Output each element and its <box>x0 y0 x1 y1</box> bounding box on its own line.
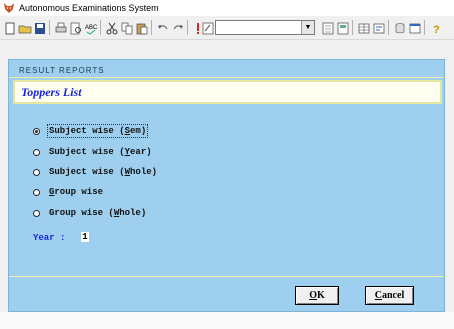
option-subject-wise-year[interactable]: Subject wise (Year) <box>33 145 152 159</box>
workspace-background <box>0 312 454 329</box>
title-bar: Autonomous Examinations System <box>0 0 454 16</box>
window-title: Autonomous Examinations System <box>19 3 159 13</box>
print-preview-icon[interactable] <box>68 20 82 35</box>
divider <box>9 77 444 78</box>
option-label: Subject wise (Year) <box>49 147 152 157</box>
svg-text:ABC: ABC <box>85 25 98 31</box>
option-subject-wise-sem[interactable]: Subject wise (Sem) <box>33 124 149 138</box>
edit-icon[interactable] <box>200 20 214 35</box>
save-icon[interactable] <box>32 20 46 35</box>
copy-icon[interactable] <box>119 20 133 35</box>
query-icon[interactable] <box>371 20 385 35</box>
cancel-button[interactable]: Cancel <box>365 286 414 305</box>
option-group-wise[interactable]: Group wise <box>33 185 103 199</box>
window-icon[interactable] <box>407 20 421 35</box>
help-icon[interactable]: ? <box>428 20 442 36</box>
toolbar: ABC ▼ ? <box>0 17 454 40</box>
option-label: Subject wise (Sem) <box>46 124 149 138</box>
undo-icon[interactable] <box>155 20 169 35</box>
fox-head-icon <box>4 3 14 13</box>
report-icon[interactable] <box>335 20 349 35</box>
open-icon[interactable] <box>17 20 32 35</box>
chevron-down-icon[interactable]: ▼ <box>301 21 314 34</box>
year-input[interactable]: 1 <box>81 232 89 242</box>
ok-button[interactable]: OK <box>295 286 339 305</box>
form-icon[interactable] <box>320 20 334 35</box>
radio-button[interactable] <box>33 148 40 156</box>
page-title: Toppers List <box>21 85 82 99</box>
radio-button[interactable] <box>33 168 40 176</box>
option-label: Group wise <box>49 187 104 197</box>
option-label: Subject wise (Whole) <box>49 167 158 177</box>
radio-button[interactable] <box>33 127 40 135</box>
print-icon[interactable] <box>53 20 67 35</box>
spell-check-icon[interactable]: ABC <box>83 20 98 35</box>
section-caption: RESULT REPORTS <box>19 66 105 75</box>
toolbar-combo[interactable]: ▼ <box>215 20 315 35</box>
option-label: Group wise (Whole) <box>49 208 147 218</box>
option-group-wise-whole[interactable]: Group wise (Whole) <box>33 206 146 220</box>
radio-button[interactable] <box>33 209 40 217</box>
option-subject-wise-whole[interactable]: Subject wise (Whole) <box>33 165 157 179</box>
toppers-list-dialog: RESULT REPORTS Toppers List Subject wise… <box>8 59 445 312</box>
svg-text:?: ? <box>433 24 440 36</box>
header-box: Toppers List <box>13 80 442 104</box>
database-icon[interactable] <box>392 20 406 35</box>
table-icon[interactable] <box>356 20 370 35</box>
new-icon[interactable] <box>2 20 16 35</box>
year-label: Year : <box>33 233 66 243</box>
redo-icon[interactable] <box>170 20 184 35</box>
radio-button[interactable] <box>33 188 40 196</box>
divider <box>9 276 444 277</box>
paste-icon[interactable] <box>134 20 148 35</box>
cut-icon[interactable] <box>104 20 118 35</box>
